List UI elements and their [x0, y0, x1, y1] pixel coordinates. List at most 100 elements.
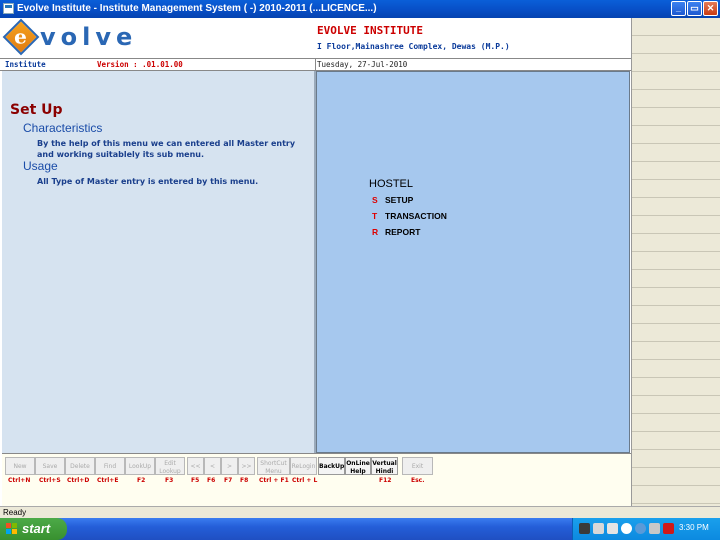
shortcut-label: Ctrl+E: [97, 477, 119, 484]
app-header: e volve EVOLVE INSTITUTE I Floor,Mainash…: [0, 18, 631, 59]
backup-button[interactable]: BackUp: [318, 457, 345, 475]
exit-button[interactable]: Exit: [402, 457, 433, 475]
shortcut-label: F8: [240, 477, 249, 484]
grid-cell: [632, 468, 720, 486]
clock: 3:30 PM: [679, 523, 709, 532]
grid-cell: [632, 450, 720, 468]
antivirus-icon[interactable]: [663, 523, 674, 534]
display-icon[interactable]: [649, 523, 660, 534]
grid-cell: [632, 90, 720, 108]
app-icon[interactable]: [3, 3, 14, 14]
grid-cell: [632, 378, 720, 396]
menu-hotkey: T: [372, 211, 378, 221]
grid-cell: [632, 72, 720, 90]
lookup-button[interactable]: LookUp: [125, 457, 155, 475]
grid-cell: [632, 432, 720, 450]
window-title-bar[interactable]: Evolve Institute - Institute Management …: [0, 0, 720, 18]
shortcut-label: Ctrl + F1: [259, 477, 289, 484]
menu-panel: HOSTEL S SETUP T TRANSACTION R REPORT: [316, 71, 630, 453]
grid-cell: [632, 54, 720, 72]
grid-cell: [632, 36, 720, 54]
new-button[interactable]: New: [5, 457, 35, 475]
vertual-hindi-button[interactable]: Vertual Hindi: [371, 457, 398, 475]
logo-text: volve: [40, 23, 138, 51]
help-title: Set Up: [10, 102, 63, 118]
grid-cell: [632, 108, 720, 126]
menu-label: TRANSACTION: [385, 211, 447, 221]
windows-flag-icon: [6, 523, 18, 535]
info-strip: Institute Version : .01.01.00 Tuesday, 2…: [0, 59, 631, 71]
grid-cell: [632, 198, 720, 216]
usage-text: All Type of Master entry is entered by t…: [37, 177, 259, 186]
tools-icon[interactable]: [579, 523, 590, 534]
grid-cell: [632, 180, 720, 198]
relogin-button[interactable]: ReLogin: [290, 457, 317, 475]
grid-cell: [632, 270, 720, 288]
menu-hotkey: R: [372, 227, 379, 237]
security-icon[interactable]: [621, 523, 632, 534]
institute-name: EVOLVE INSTITUTE: [317, 24, 423, 37]
shortcut-label: F5: [191, 477, 200, 484]
grid-cell: [632, 396, 720, 414]
grid-cell: [632, 216, 720, 234]
start-button[interactable]: start: [0, 518, 67, 540]
edit-lookup-button[interactable]: Edit Lookup: [155, 457, 185, 475]
grid-cell: [632, 252, 720, 270]
grid-cell: [632, 414, 720, 432]
grid-cell: [632, 486, 720, 504]
windows-taskbar: start 3:30 PM: [0, 518, 720, 540]
menu-item-setup[interactable]: S SETUP: [372, 195, 413, 205]
menu-item-report[interactable]: R REPORT: [372, 227, 420, 237]
shortcut-label: F2: [137, 477, 146, 484]
next-record-button[interactable]: >: [221, 457, 238, 475]
shortcut-label: Ctrl+S: [39, 477, 61, 484]
characteristics-text: By the help of this menu we can entered …: [37, 139, 296, 159]
grid-cell: [632, 288, 720, 306]
shortcut-label: F3: [165, 477, 174, 484]
grid-cell: [632, 234, 720, 252]
window-title: Evolve Institute - Institute Management …: [17, 3, 377, 14]
menu-title: HOSTEL: [369, 178, 414, 190]
grid-cell: [632, 360, 720, 378]
shortcut-label: F7: [224, 477, 233, 484]
first-record-button[interactable]: <<: [187, 457, 204, 475]
grid-cell: [632, 162, 720, 180]
help-panel: Set Up Characteristics By the help of th…: [2, 71, 316, 453]
institute-address: I Floor,Mainashree Complex, Dewas (M.P.): [317, 42, 510, 51]
side-grid-panel: [631, 18, 720, 506]
characteristics-heading: Characteristics: [23, 121, 103, 135]
shortcut-label: Esc.: [411, 477, 425, 484]
online-help-button[interactable]: OnLine Help: [345, 457, 371, 475]
bottom-toolbar: New Save Delete Find LookUp Edit Lookup …: [2, 453, 631, 506]
logo-diamond-icon: e: [2, 18, 40, 56]
menu-label: SETUP: [385, 195, 414, 205]
start-label: start: [22, 521, 51, 536]
shortcut-label: Ctrl+N: [8, 477, 31, 484]
grid-cell: [632, 342, 720, 360]
network-icon[interactable]: [593, 523, 604, 534]
menu-hotkey: S: [372, 195, 378, 205]
shortcut-label: F6: [207, 477, 216, 484]
help-icon[interactable]: [607, 523, 618, 534]
version-label: Version : .01.01.00: [97, 60, 183, 69]
last-record-button[interactable]: >>: [238, 457, 255, 475]
module-name: Institute: [5, 60, 46, 69]
status-text: Ready: [3, 508, 27, 517]
maximize-button[interactable]: ▭: [687, 1, 702, 16]
close-button[interactable]: ✕: [703, 1, 718, 16]
find-button[interactable]: Find: [95, 457, 125, 475]
speaker-icon[interactable]: [635, 523, 646, 534]
minimize-button[interactable]: _: [671, 1, 686, 16]
shortcut-menu-button[interactable]: ShortCut Menu: [257, 457, 290, 475]
divider: [315, 59, 316, 70]
delete-button[interactable]: Delete: [65, 457, 95, 475]
grid-cell: [632, 324, 720, 342]
save-button[interactable]: Save: [35, 457, 65, 475]
shortcut-label: Ctrl+D: [67, 477, 90, 484]
system-tray: 3:30 PM: [572, 518, 720, 540]
shortcut-label: Ctrl + L: [292, 477, 318, 484]
usage-heading: Usage: [23, 159, 58, 173]
prev-record-button[interactable]: <: [204, 457, 221, 475]
menu-item-transaction[interactable]: T TRANSACTION: [372, 211, 447, 221]
grid-cell: [632, 18, 720, 36]
